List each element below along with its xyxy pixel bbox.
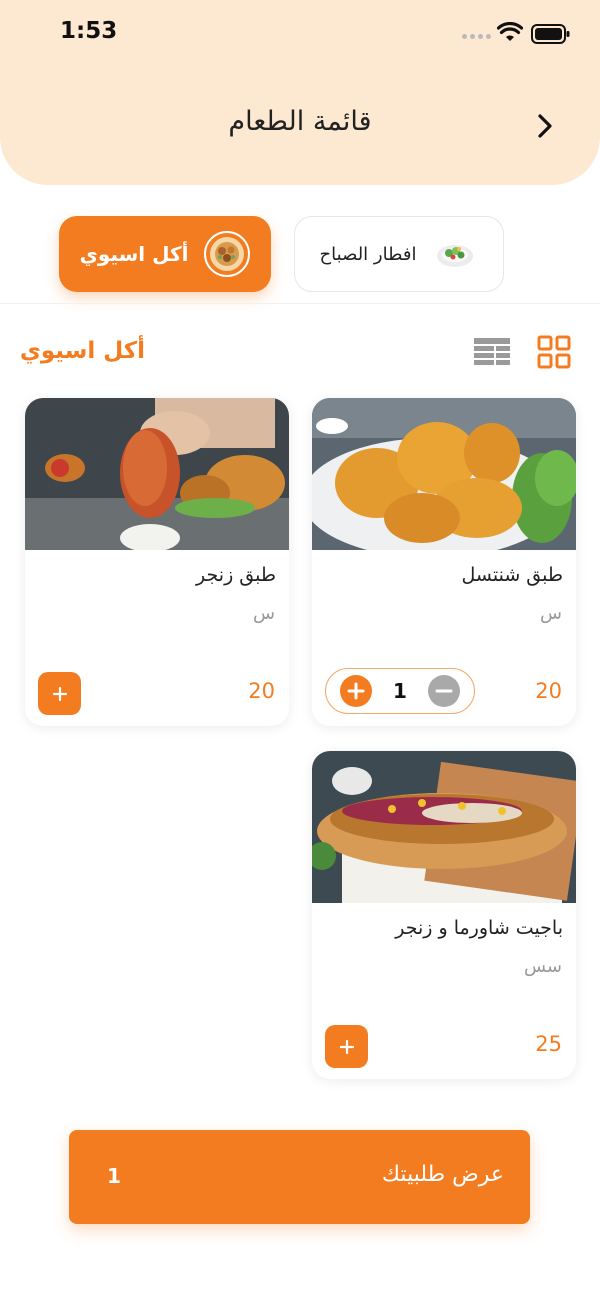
- list-view-icon[interactable]: [474, 338, 510, 366]
- minus-icon[interactable]: [427, 675, 460, 707]
- product-description: س: [253, 603, 275, 624]
- category-tab-breakfast[interactable]: افطار الصباح: [294, 216, 504, 292]
- plus-icon: [339, 1039, 354, 1054]
- chevron-right-icon[interactable]: [530, 108, 560, 144]
- product-card[interactable]: طبق زنجر س 20: [25, 398, 289, 726]
- status-time: 1:53: [60, 18, 118, 44]
- section-title: أكل اسيوي: [19, 338, 145, 364]
- plus-icon: [52, 686, 67, 701]
- category-label: أكل اسيوي: [79, 242, 189, 266]
- product-description: س: [540, 603, 562, 624]
- category-tab-asian[interactable]: أكل اسيوي: [59, 216, 271, 292]
- wifi-icon: [497, 22, 523, 41]
- zinger-photo: [25, 398, 289, 550]
- product-name: باجيت شاورما و زنجر: [395, 917, 563, 939]
- asian-food-plate-icon: [204, 231, 251, 277]
- product-name: طبق زنجر: [196, 564, 276, 586]
- add-to-cart-button[interactable]: [325, 1025, 368, 1068]
- salad-dish-icon: [432, 231, 478, 277]
- page-title: قائمة الطعام: [228, 106, 372, 137]
- quantity-stepper: 1: [325, 668, 475, 714]
- grid-view-icon[interactable]: [537, 335, 571, 369]
- category-label: افطار الصباح: [319, 243, 417, 265]
- shawarma-baguette-photo: [312, 751, 576, 903]
- add-to-cart-button[interactable]: [38, 672, 81, 715]
- product-name: طبق شنتسل: [461, 564, 563, 586]
- product-description: سس: [523, 956, 562, 977]
- schnitzel-photo: [312, 398, 576, 550]
- view-order-button[interactable]: عرض طلبيتك 1: [69, 1130, 530, 1224]
- view-order-label: عرض طلبيتك: [381, 1162, 504, 1187]
- cellular-icon: [462, 34, 491, 39]
- product-price: 20: [535, 679, 562, 703]
- product-card[interactable]: طبق شنتسل س 20 1: [312, 398, 576, 726]
- product-price: 20: [248, 679, 275, 703]
- quantity-value: 1: [393, 679, 407, 703]
- cart-count: 1: [107, 1164, 121, 1188]
- plus-icon[interactable]: [340, 675, 372, 707]
- divider: [0, 303, 600, 304]
- battery-icon: [531, 24, 570, 44]
- header: 1:53 قائمة الطعام: [0, 0, 600, 185]
- product-card[interactable]: باجيت شاورما و زنجر سس 25: [312, 751, 576, 1079]
- product-price: 25: [535, 1032, 562, 1056]
